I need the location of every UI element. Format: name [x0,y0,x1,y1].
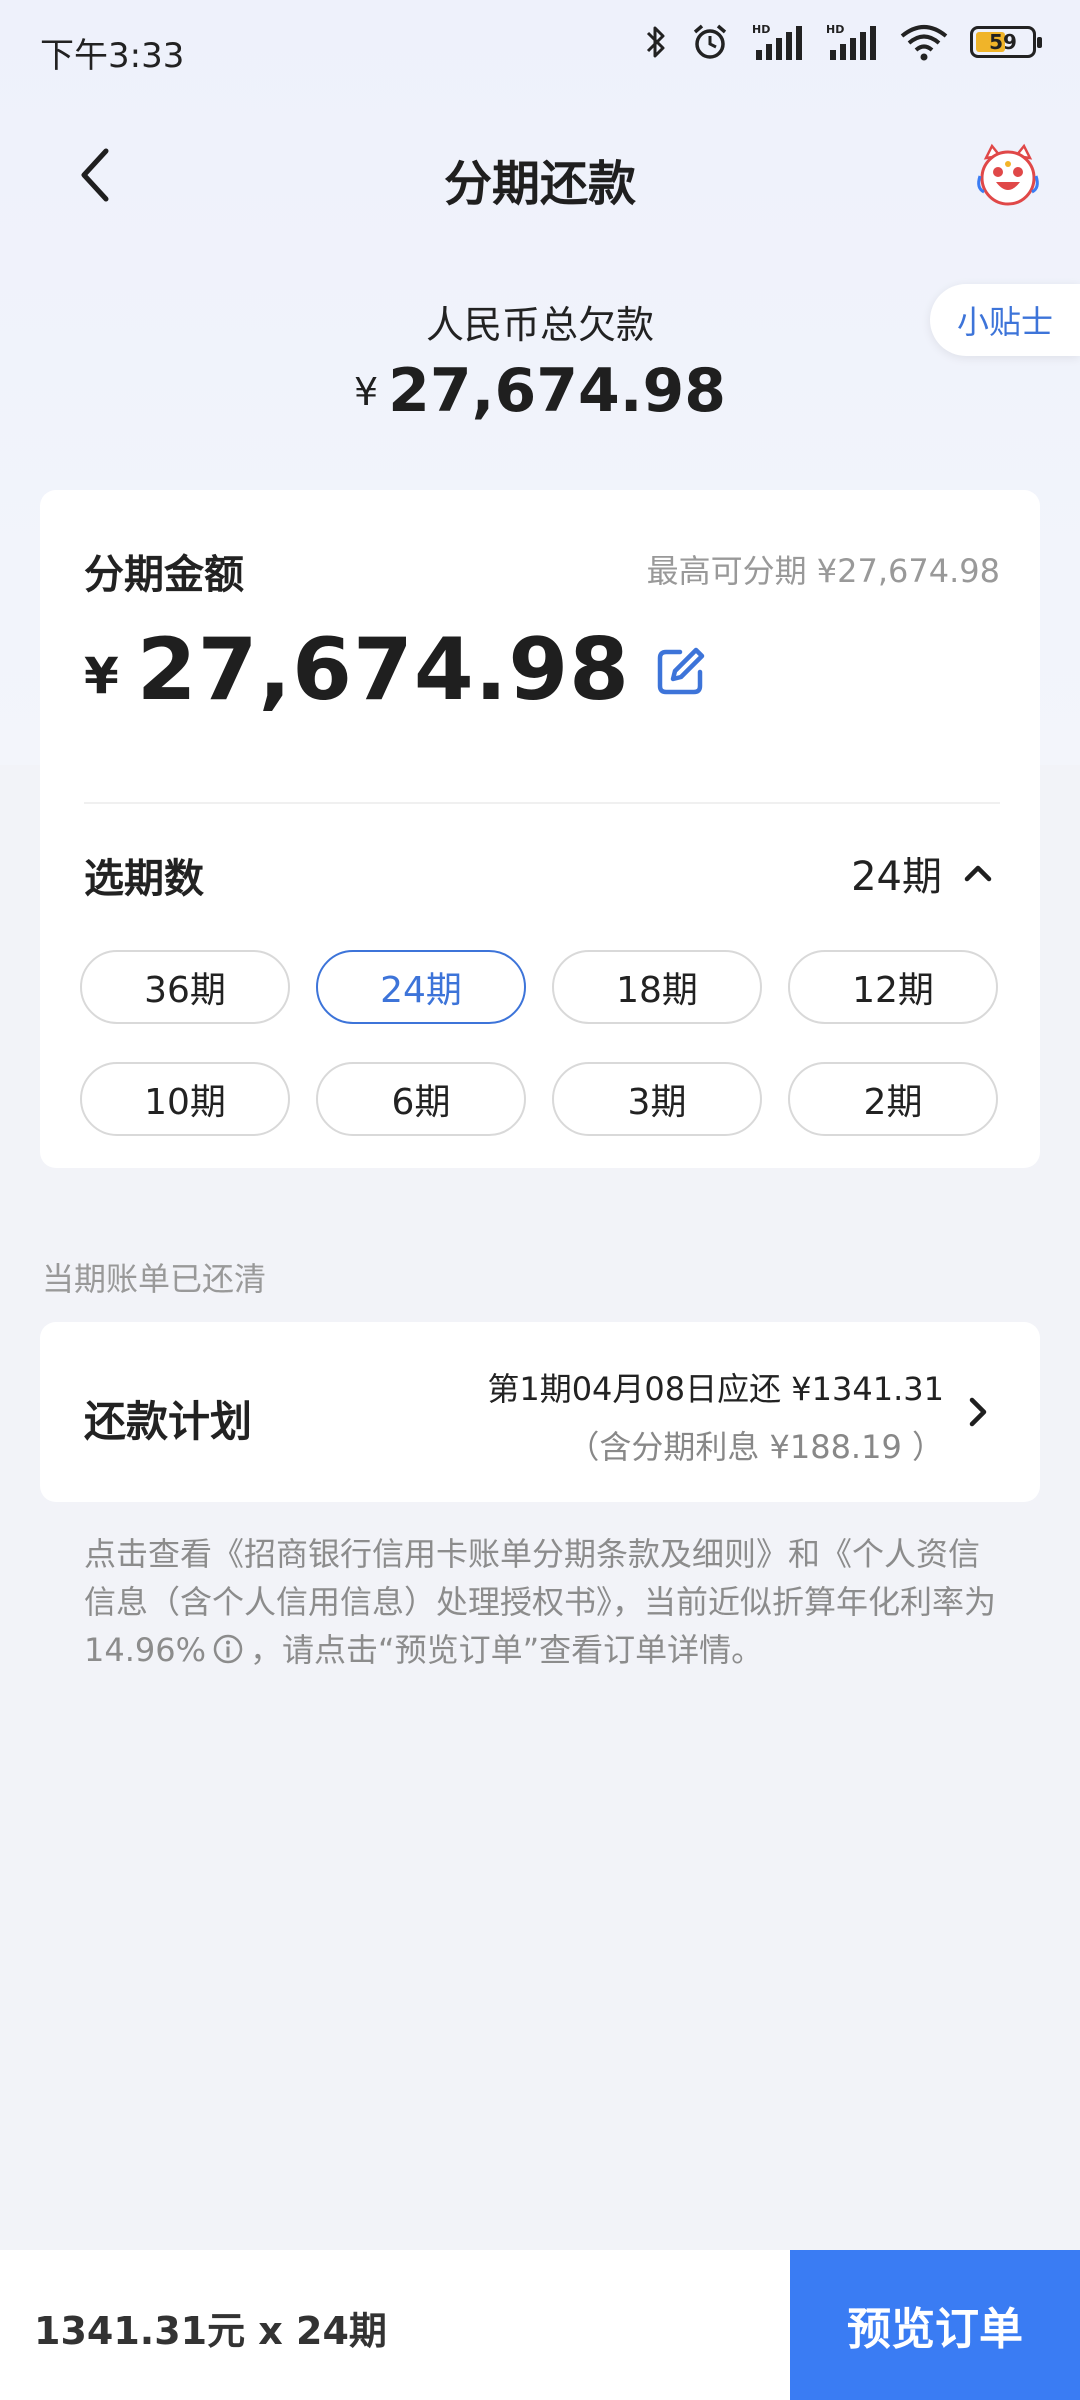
hd-signal-icon: HD [752,23,802,60]
installment-amount-label: 分期金额 [84,552,244,598]
status-icons: HD HD 59 [644,22,1042,62]
period-option-12[interactable]: 12期 [788,950,998,1024]
period-dropdown-toggle[interactable]: 24期 [851,844,992,902]
info-icon[interactable] [212,1633,244,1665]
period-option-18[interactable]: 18期 [552,950,762,1024]
hd-signal-icon: HD [826,23,876,60]
repayment-plan-label: 还款计划 [84,1397,253,1446]
installment-card: 分期金额 最高可分期 ¥27,674.98 ¥ 27,674.98 选期数 24… [40,490,1040,1168]
installment-amount-row: ¥ 27,674.98 [84,620,706,720]
alarm-icon [693,24,727,59]
chevron-right-icon [969,1397,987,1427]
total-currency: ¥ [353,370,379,414]
edit-icon[interactable] [654,646,706,698]
total-amount-value: 27,674.98 [388,356,726,426]
battery-percent: 59 [989,30,1017,54]
period-option-6[interactable]: 6期 [316,1062,526,1136]
svg-text:HD: HD [752,23,770,36]
status-time: 下午3:33 [40,36,185,76]
period-option-24[interactable]: 24期 [316,950,526,1024]
interest-text: （含分期利息 ¥188.19 ） [567,1428,944,1466]
period-option-2[interactable]: 2期 [788,1062,998,1136]
tips-button[interactable]: 小贴士 [930,284,1080,356]
status-bar: 下午3:33 HD HD 59 [0,0,1080,96]
bluetooth-icon [646,26,665,58]
bottom-bar: 1341.31元 x 24期 预览订单 [0,2250,1080,2400]
svg-text:HD: HD [826,23,844,36]
terms-notice[interactable]: 点击查看《招商银行信用卡账单分期条款及细则》和《个人资信信息（含个人信用信息）处… [84,1530,1004,1674]
battery-icon: 59 [970,26,1042,58]
payment-summary: 1341.31元 x 24期 [34,2309,387,2353]
period-label: 选期数 [84,856,204,902]
bill-status-text: 当期账单已还清 [42,1260,267,1298]
chevron-up-icon [964,865,992,882]
header: 分期还款 [0,120,1080,230]
installment-amount-value: 27,674.98 [136,620,631,720]
battery-cap [1037,37,1042,48]
total-debt-amount: ¥27,674.98 [0,356,1080,426]
divider [84,802,1000,804]
period-option-10[interactable]: 10期 [80,1062,290,1136]
preview-order-button[interactable]: 预览订单 [790,2250,1080,2400]
mascot-icon[interactable] [972,140,1044,212]
repayment-plan-row[interactable]: 还款计划 第1期04月08日应还 ¥1341.31 （含分期利息 ¥188.19… [40,1322,1040,1502]
first-payment-text: 第1期04月08日应还 ¥1341.31 [487,1370,944,1408]
page-title: 分期还款 [443,156,636,212]
period-options: 36期 24期 18期 12期 10期 6期 3期 2期 [80,950,1000,1136]
period-option-3[interactable]: 3期 [552,1062,762,1136]
selected-period: 24期 [851,854,942,900]
max-installment-text: 最高可分期 ¥27,674.98 [646,552,1000,590]
total-debt-label: 人民币总欠款 [425,303,654,347]
terms-notice-tail: ，请点击“预览订单”查看订单详情。 [250,1631,764,1669]
installment-currency: ¥ [84,647,119,705]
period-option-36[interactable]: 36期 [80,950,290,1024]
wifi-icon [900,25,948,61]
installment-page: 下午3:33 HD HD 59 分期还款 人民币总欠款 ¥ 27,674.98 … [0,0,1080,2400]
